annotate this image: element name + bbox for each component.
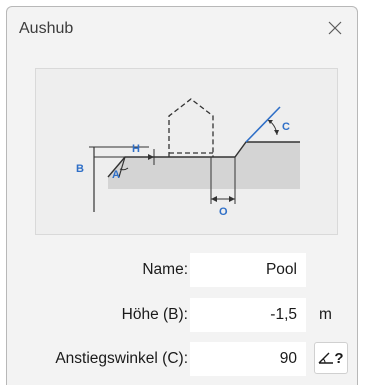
angle-button-label: ? [334, 349, 344, 367]
label-c: C [282, 121, 290, 133]
anstieg-label: Anstiegswinkel (C): [55, 350, 188, 367]
ground-left [108, 157, 206, 189]
excavation-diagram-svg: B H A O C [76, 98, 300, 218]
name-label: Name: [142, 261, 188, 278]
label-a: A [112, 169, 120, 181]
close-button[interactable] [319, 13, 351, 43]
hoehe-input[interactable] [190, 298, 306, 332]
anstieg-input[interactable] [190, 342, 306, 376]
name-row: Name: [7, 253, 357, 287]
anstieg-row: Anstiegswinkel (C): ? [7, 342, 357, 376]
hoehe-label: Höhe (B): [121, 306, 188, 323]
hoehe-unit: m [319, 306, 332, 323]
excavation-diagram: B H A O C [35, 68, 338, 235]
angle-picker-button[interactable]: ? [314, 342, 348, 374]
slope-c [245, 106, 281, 143]
dialog-title: Aushub [19, 20, 74, 37]
label-b: B [76, 163, 84, 175]
dim-o-arrow-l [211, 196, 217, 202]
dialog-window: Aushub B H A O C Name: Pool Höhe (B): -1… [6, 6, 358, 385]
label-h: H [132, 143, 140, 155]
title-bar[interactable]: Aushub [7, 7, 357, 51]
house-outline [168, 98, 214, 157]
label-o: O [219, 206, 228, 218]
dim-o-arrow-r [229, 196, 235, 202]
ground-right [206, 142, 300, 189]
name-input[interactable] [190, 253, 306, 287]
hoehe-row: Höhe (B): m [7, 298, 357, 332]
angle-icon [318, 352, 334, 364]
close-icon [328, 21, 342, 35]
